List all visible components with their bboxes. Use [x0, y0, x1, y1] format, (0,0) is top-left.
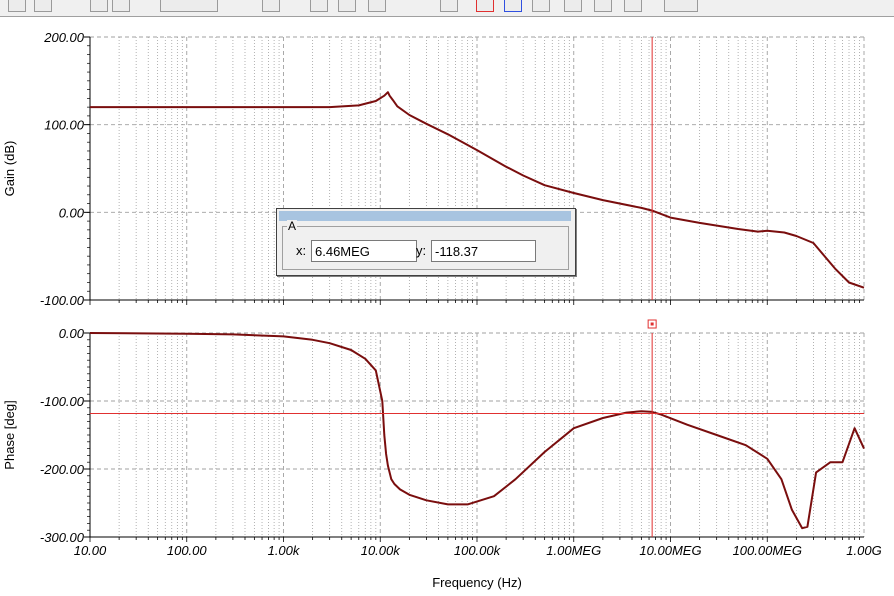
x-tick-label: 1.00k — [268, 543, 301, 558]
y-tick-label: 200.00 — [43, 30, 85, 45]
cursor-readout-titlebar[interactable] — [279, 211, 571, 221]
cursor-y-field[interactable] — [431, 240, 536, 262]
y-tick-label: 0.00 — [59, 205, 85, 220]
x-tick-label: 1.00G — [846, 543, 881, 558]
cursor-readout[interactable]: A x: y: — [276, 208, 576, 276]
x-tick-label: 10.00 — [74, 543, 107, 558]
y-tick-label: -100.00 — [40, 394, 85, 409]
x-axis-label: Frequency (Hz) — [432, 575, 522, 590]
y-tick-label: -200.00 — [40, 462, 85, 477]
x-tick-label: 100.00 — [167, 543, 208, 558]
bode-plot: 200.00 100.00 0.00 -100.00 Gain (dB) 0.00 -10… — [2, 30, 882, 590]
cursor-x-field[interactable] — [311, 240, 417, 262]
y-tick-label: 0.00 — [59, 326, 85, 341]
cursor-handle-dot — [650, 322, 654, 326]
y-tick-label: 100.00 — [44, 118, 85, 133]
x-tick-label: 10.00k — [361, 543, 402, 558]
x-tick-label: 1.00MEG — [546, 543, 601, 558]
y-axis-label: Gain (dB) — [2, 141, 17, 197]
y-axis-label: Phase [deg] — [2, 400, 17, 469]
y-label: y: — [416, 243, 427, 258]
x-tick-label: 10.00MEG — [639, 543, 701, 558]
cursor-group-label: A — [287, 219, 298, 233]
x-tick-label: 100.00k — [454, 543, 502, 558]
x-tick-label: 100.00MEG — [733, 543, 802, 558]
x-label: x: — [296, 243, 307, 258]
phase-plot: 0.00-100.00-200.00-300.00Phase [deg]10.0… — [2, 319, 882, 590]
y-tick-label: -100.00 — [40, 293, 85, 308]
